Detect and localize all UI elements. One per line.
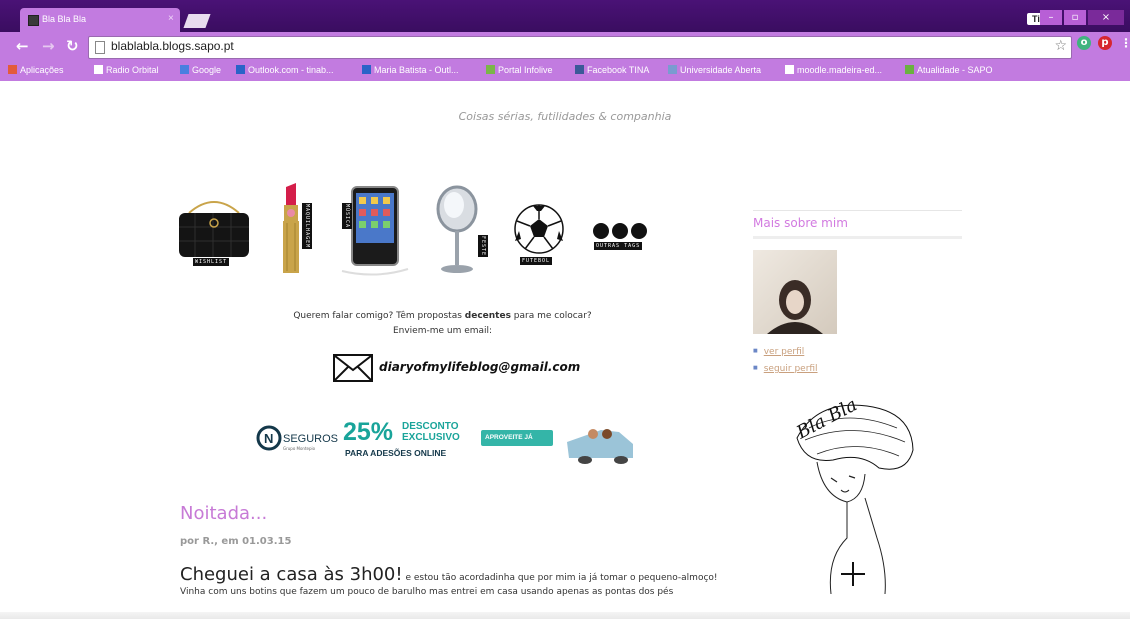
forward-arrow-icon[interactable]: → (42, 37, 55, 55)
bookmarks-bar: Aplicações Radio Orbital Google Outlook.… (0, 62, 1130, 81)
bookmark-maria-batista[interactable]: Maria Batista - Outl... (362, 65, 459, 75)
ad-headline-2: EXCLUSIVO (402, 432, 460, 443)
ad-brand-sub: Grupo Montepio (283, 446, 316, 451)
google-icon (180, 65, 189, 74)
facebook-icon (575, 65, 584, 74)
bookmark-atualidade-sapo[interactable]: Atualidade - SAPO (905, 65, 993, 75)
close-window-button[interactable]: × (1088, 10, 1124, 25)
envelope-icon (333, 354, 373, 382)
page-bottom-edge (0, 612, 1130, 619)
category-futebol[interactable]: FUTEBOL (513, 183, 569, 278)
bookmark-moodle[interactable]: moodle.madeira-ed... (785, 65, 882, 75)
profile-photo (767, 280, 823, 334)
tab-title: Bla Bla Bla (42, 14, 87, 24)
blog-tagline: Coisas sérias, futilidades & companhia (458, 110, 672, 123)
outlook-icon (362, 65, 371, 74)
sidebar-rule-top (753, 210, 962, 211)
bookmark-aplicacoes[interactable]: Aplicações (8, 65, 64, 75)
ad-subline: PARA ADESÕES ONLINE (345, 448, 447, 458)
menu-icon[interactable]: ⋮ (1119, 36, 1130, 50)
address-bar[interactable]: blablabla.blogs.sapo.pt ☆ (88, 36, 1072, 59)
bookmark-facebook-tina[interactable]: Facebook TINA (575, 65, 649, 75)
avatar[interactable] (753, 250, 837, 334)
category-label: OUTRAS TAGS (594, 242, 643, 250)
bookmark-radio-orbital[interactable]: Radio Orbital (94, 65, 159, 75)
sapo-icon (905, 65, 914, 74)
back-arrow-icon[interactable]: ← (16, 37, 29, 55)
dots-icon (593, 223, 647, 239)
post-lead-rest: e estou tão acordadinha que por mim ia j… (402, 573, 718, 583)
category-label: WISHLIST (193, 258, 230, 266)
minimize-button[interactable]: – (1040, 10, 1062, 25)
sidebar-sketch-illustration: Bla Bla (787, 394, 927, 598)
view-profile-link[interactable]: ver perfil (764, 347, 805, 357)
contact-text: Querem falar comigo? Têm propostas decen… (180, 309, 705, 339)
browser-titlebar: Bla Bla Bla × Tina – ▫ × (0, 0, 1130, 32)
post-meta: por R., em 01.03.15 (180, 536, 292, 547)
sidebar-rule-bottom (753, 236, 962, 239)
contact-line-2: Enviem-me um email: (392, 326, 493, 336)
reload-icon[interactable]: ↻ (66, 37, 79, 55)
post-lead-big: Cheguei a casa às 3h00! (180, 564, 403, 585)
tab-close-icon[interactable]: × (168, 13, 174, 24)
outlook-icon (236, 65, 245, 74)
category-wishlist[interactable]: WISHLIST (175, 183, 253, 278)
tab-bla-bla-bla[interactable]: Bla Bla Bla × (20, 8, 180, 32)
fashion-sketch-icon: Bla Bla (792, 394, 914, 595)
category-label: FESTE (478, 235, 488, 258)
contact-emphasis: decentes (464, 311, 511, 321)
mirror-icon (436, 185, 478, 273)
bookmark-google[interactable]: Google (180, 65, 221, 75)
favicon-icon (28, 15, 39, 26)
follow-profile-item: seguir perfil (753, 360, 818, 377)
category-feste[interactable]: FESTE (430, 183, 490, 278)
sidebar-title: Mais sobre mim (753, 216, 848, 230)
post-title[interactable]: Noitada... (180, 503, 267, 524)
category-label: MAQUILHAGEM (302, 203, 312, 250)
category-label: FUTEBOL (520, 257, 553, 265)
insurance-ad-banner[interactable]: N SEGUROS Grupo Montepio 25% DESCONTO EX… (255, 418, 637, 466)
category-musica[interactable]: MÚSICA (338, 183, 412, 278)
url-text: blablabla.blogs.sapo.pt (111, 39, 234, 53)
ad-headline-1: DESCONTO (402, 421, 459, 432)
apps-grid-icon (8, 65, 17, 74)
post-line-2: Vinha com uns botins que fazem um pouco … (180, 587, 674, 597)
ad-brand: SEGUROS (283, 433, 339, 445)
ad-cta-button[interactable]: APROVEITE JÁ (485, 434, 533, 441)
page-icon (94, 65, 103, 74)
pinterest-icon[interactable]: p (1098, 36, 1112, 50)
bookmark-star-icon[interactable]: ☆ (1054, 38, 1067, 54)
ipod-icon (341, 186, 409, 276)
category-label: MÚSICA (342, 203, 352, 230)
browser-toolbar: ← → ↻ blablabla.blogs.sapo.pt ☆ (0, 32, 1130, 62)
email-address[interactable]: diaryofmylifeblog@gmail.com (379, 360, 580, 374)
page-icon (785, 65, 794, 74)
bookmark-universidade-aberta[interactable]: Universidade Aberta (668, 65, 761, 75)
follow-profile-link[interactable]: seguir perfil (764, 364, 818, 374)
bookmark-portal-infolive[interactable]: Portal Infolive (486, 65, 553, 75)
bookmark-outlook[interactable]: Outlook.com - tinab... (236, 65, 334, 75)
new-tab-button[interactable] (183, 14, 211, 28)
category-outras-tags[interactable]: OUTRAS TAGS (590, 183, 650, 278)
post-body: Cheguei a casa às 3h00! e estou tão acor… (180, 566, 720, 599)
profile-links: ver perfil seguir perfil (753, 343, 818, 377)
category-maquilhagem[interactable]: MAQUILHAGEM (278, 183, 312, 278)
maximize-button[interactable]: ▫ (1064, 10, 1086, 25)
folder-icon (668, 65, 677, 74)
view-profile-item: ver perfil (753, 343, 818, 360)
page-icon (95, 41, 105, 54)
svg-text:N: N (264, 431, 273, 446)
extension-icon[interactable]: o (1077, 36, 1091, 50)
infolive-icon (486, 65, 495, 74)
ad-percent: 25% (343, 418, 394, 446)
